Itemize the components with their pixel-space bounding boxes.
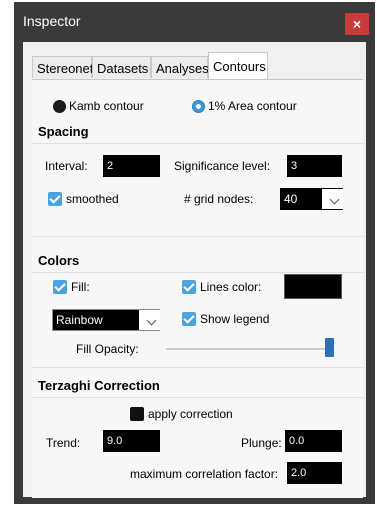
close-icon: × xyxy=(352,16,362,32)
tab-label: Datasets xyxy=(97,61,149,76)
max-correlation-field[interactable]: 2.0 xyxy=(287,462,342,484)
show-legend-checkbox[interactable] xyxy=(182,312,196,326)
trend-field[interactable]: 9.0 xyxy=(103,430,160,452)
tab-label: Analyses xyxy=(156,61,209,76)
colormap-value: Rainbow xyxy=(56,313,103,327)
inspector-panel: Stereonet Datasets Analyses Contours Kam… xyxy=(23,42,366,498)
terzaghi-divider xyxy=(32,397,363,398)
tab-stereonet[interactable]: Stereonet xyxy=(32,56,94,78)
fill-opacity-label: Fill Opacity: xyxy=(76,342,139,356)
interval-field[interactable]: 2 xyxy=(103,155,160,177)
kamb-contour-label: Kamb contour xyxy=(69,99,144,113)
colormap-select[interactable]: Rainbow xyxy=(52,309,160,331)
smoothed-label: smoothed xyxy=(66,192,119,206)
smoothed-checkbox[interactable] xyxy=(48,192,62,206)
significance-field[interactable]: 3 xyxy=(287,155,342,177)
tab-label: Contours xyxy=(213,59,266,74)
fill-opacity-track[interactable] xyxy=(166,348,334,350)
fill-label: Fill: xyxy=(71,280,90,294)
kamb-contour-radio[interactable] xyxy=(53,100,66,113)
trend-label: Trend: xyxy=(46,436,81,450)
grid-nodes-label: # grid nodes: xyxy=(184,192,254,206)
tab-label: Stereonet xyxy=(37,61,94,76)
colors-heading: Colors xyxy=(38,253,80,268)
grid-nodes-select[interactable]: 40 xyxy=(280,188,343,210)
plunge-field[interactable]: 0.0 xyxy=(285,430,342,452)
window-title: Inspector xyxy=(23,13,81,29)
lines-color-swatch[interactable] xyxy=(284,274,342,299)
colors-divider xyxy=(32,272,363,273)
significance-label: Significance level: xyxy=(174,159,271,173)
lines-color-label: Lines color: xyxy=(200,280,262,294)
max-correlation-label: maximum correlation factor: xyxy=(130,467,279,481)
plunge-label: Plunge: xyxy=(241,436,282,450)
grid-nodes-value: 40 xyxy=(284,192,298,206)
tab-analyses[interactable]: Analyses xyxy=(151,56,209,78)
fill-opacity-slider-handle[interactable] xyxy=(325,338,334,357)
fill-checkbox[interactable] xyxy=(53,280,67,294)
area-contour-label: 1% Area contour xyxy=(208,99,297,113)
close-button[interactable]: × xyxy=(345,13,369,35)
inspector-window: Inspector × Stereonet Datasets Analyses … xyxy=(14,2,375,504)
apply-correction-checkbox[interactable] xyxy=(130,407,144,421)
title-bar[interactable]: Inspector × xyxy=(14,2,375,42)
terzaghi-heading: Terzaghi Correction xyxy=(38,378,160,393)
colors-top-divider xyxy=(32,236,363,237)
contours-tab-content: Kamb contour 1% Area contour Spacing Int… xyxy=(32,79,363,498)
area-contour-radio[interactable] xyxy=(192,100,205,113)
spacing-divider xyxy=(32,143,363,144)
terzaghi-top-divider xyxy=(32,367,363,368)
tab-datasets[interactable]: Datasets xyxy=(92,56,151,78)
spacing-heading: Spacing xyxy=(38,124,89,139)
interval-label: Interval: xyxy=(45,159,88,173)
show-legend-label: Show legend xyxy=(200,312,270,326)
lines-color-checkbox[interactable] xyxy=(182,280,196,294)
tab-contours[interactable]: Contours xyxy=(208,52,268,79)
apply-correction-label: apply correction xyxy=(148,407,233,421)
